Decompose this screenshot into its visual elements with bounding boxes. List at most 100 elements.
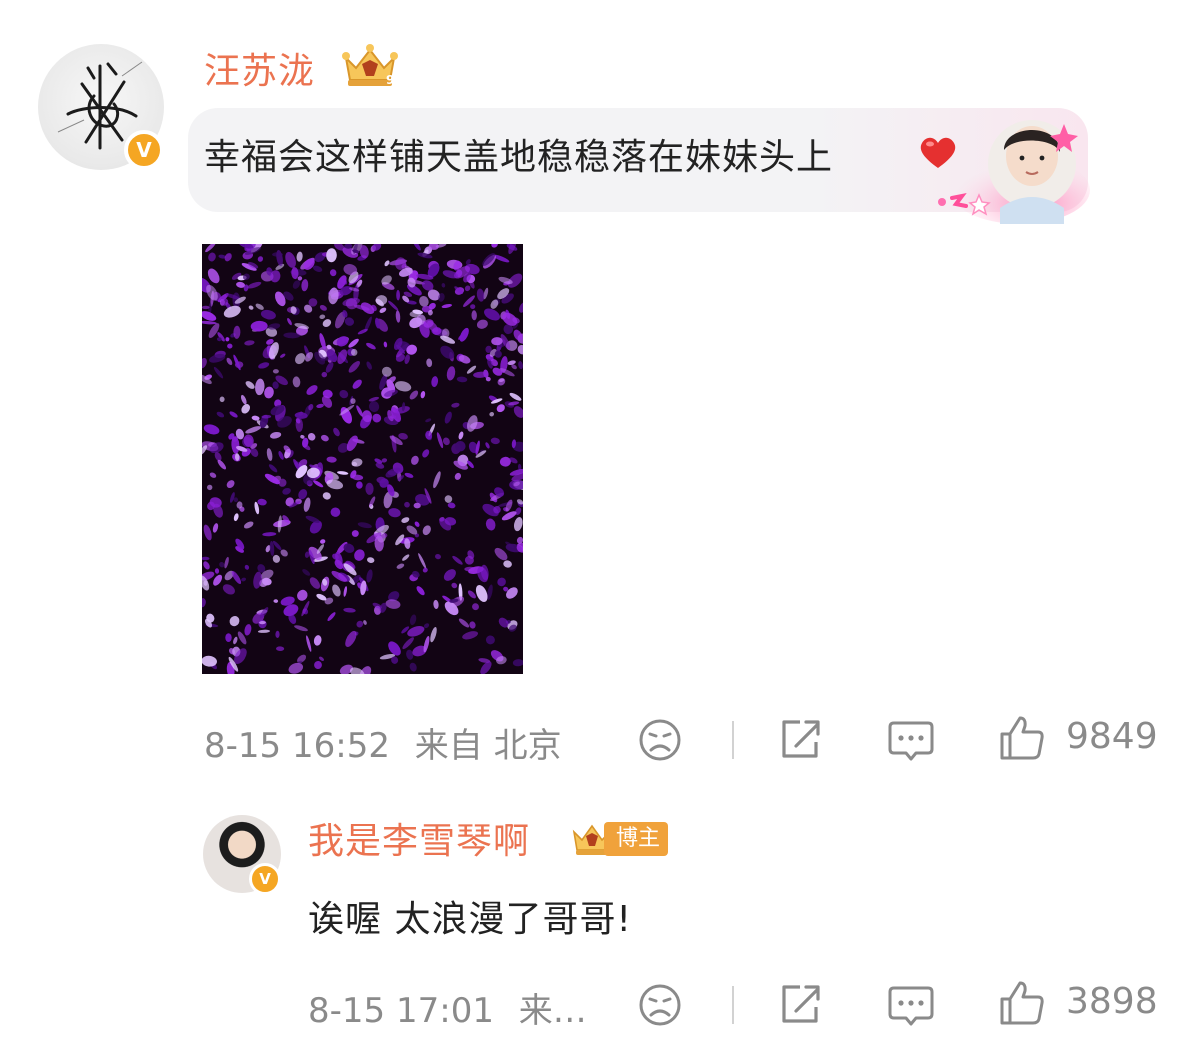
confetti-piece xyxy=(368,401,380,413)
sad-face-icon[interactable] xyxy=(637,717,683,763)
confetti-piece xyxy=(467,590,476,599)
confetti-piece xyxy=(343,607,356,613)
confetti-piece xyxy=(257,256,264,262)
confetti-piece xyxy=(352,379,362,389)
confetti-piece xyxy=(225,337,230,342)
confetti-piece xyxy=(314,661,322,669)
confetti-piece xyxy=(306,385,318,395)
confetti-piece xyxy=(272,252,283,257)
confetti-piece xyxy=(205,244,217,253)
confetti-piece xyxy=(268,464,278,473)
reply-meta: 8-15 17:01 来… xyxy=(308,983,587,1032)
confetti-piece xyxy=(292,376,301,388)
confetti-piece xyxy=(426,358,433,368)
verified-badge-icon: V xyxy=(124,130,164,170)
confetti-piece xyxy=(202,305,210,310)
confetti-piece xyxy=(366,361,372,370)
confetti-piece xyxy=(313,635,322,646)
confetti-piece xyxy=(416,586,425,596)
confetti-piece xyxy=(294,625,308,632)
confetti-piece xyxy=(245,381,255,389)
confetti-piece xyxy=(396,563,405,569)
avatar[interactable]: V xyxy=(38,44,164,170)
confetti-piece xyxy=(476,288,485,302)
confetti-piece xyxy=(273,599,279,603)
confetti-piece xyxy=(422,567,428,573)
confetti-piece xyxy=(247,281,262,289)
confetti-piece xyxy=(462,631,479,640)
confetti-piece xyxy=(451,582,458,589)
confetti-piece xyxy=(329,269,337,277)
confetti-piece xyxy=(320,434,329,442)
confetti-piece xyxy=(422,525,431,536)
confetti-piece xyxy=(471,310,477,321)
confetti-piece xyxy=(476,319,488,329)
confetti-piece xyxy=(451,402,460,408)
share-icon[interactable] xyxy=(776,981,824,1029)
confetti-piece xyxy=(285,251,296,268)
confetti-piece xyxy=(381,366,392,377)
confetti-piece xyxy=(509,392,522,401)
confetti-piece xyxy=(255,378,265,396)
confetti-piece xyxy=(319,656,324,661)
confetti-piece xyxy=(499,456,511,467)
confetti-piece xyxy=(226,357,233,366)
like-thumb-icon[interactable] xyxy=(998,714,1046,762)
confetti-piece xyxy=(287,318,292,326)
confetti-piece xyxy=(351,530,359,537)
confetti-piece xyxy=(336,336,349,347)
share-icon[interactable] xyxy=(776,716,824,764)
confetti-piece xyxy=(257,498,267,506)
confetti-piece xyxy=(411,455,419,465)
confetti-piece xyxy=(402,554,410,561)
confetti-piece xyxy=(519,302,523,313)
confetti-piece xyxy=(372,413,382,423)
confetti-piece xyxy=(244,564,250,570)
confetti-piece xyxy=(316,403,324,409)
confetti-piece xyxy=(213,366,224,379)
comment-icon[interactable] xyxy=(886,982,936,1030)
confetti-piece xyxy=(320,539,326,544)
confetti-piece xyxy=(452,555,463,565)
confetti-piece xyxy=(404,354,410,365)
confetti-piece xyxy=(225,633,232,643)
confetti-piece xyxy=(269,431,282,439)
confetti-piece xyxy=(202,357,207,369)
confetti-piece xyxy=(409,614,417,626)
reply-username[interactable]: 我是李雪琴啊 xyxy=(308,812,530,864)
confetti-piece xyxy=(348,360,360,373)
confetti-piece xyxy=(357,522,372,529)
confetti-piece xyxy=(395,310,401,323)
confetti-piece xyxy=(472,603,479,611)
confetti-piece xyxy=(383,341,388,348)
comment-photo[interactable] xyxy=(202,244,523,674)
reply-location: 来… xyxy=(518,991,587,1031)
action-divider xyxy=(732,721,734,759)
confetti-piece xyxy=(312,265,323,272)
reply-text: 诶喔 太浪漫了哥哥! xyxy=(308,899,632,940)
like-thumb-icon[interactable] xyxy=(998,979,1046,1027)
confetti-piece xyxy=(446,366,456,381)
confetti-piece xyxy=(255,303,264,310)
sad-face-icon[interactable] xyxy=(637,982,683,1028)
confetti-piece xyxy=(470,304,476,310)
confetti-piece xyxy=(292,280,301,289)
comment-username[interactable]: 汪苏泷 xyxy=(204,42,315,94)
confetti-piece xyxy=(227,343,233,349)
confetti-piece xyxy=(203,524,212,541)
confetti-piece xyxy=(313,480,324,488)
reply-avatar[interactable]: V xyxy=(203,815,281,895)
confetti-piece xyxy=(282,487,291,495)
confetti-piece xyxy=(314,252,326,263)
comment-text: 幸福会这样铺天盖地稳稳落在妹妹头上 xyxy=(204,137,834,178)
confetti-piece xyxy=(233,325,241,339)
comment-icon[interactable] xyxy=(886,717,936,765)
comment-location: 来自 北京 xyxy=(414,726,562,766)
confetti-piece xyxy=(272,369,279,374)
confetti-piece xyxy=(513,517,523,532)
confetti-piece xyxy=(422,449,430,458)
confetti-piece xyxy=(217,332,225,342)
confetti-piece xyxy=(404,472,414,478)
confetti-piece xyxy=(458,618,470,628)
confetti-piece xyxy=(337,471,349,475)
